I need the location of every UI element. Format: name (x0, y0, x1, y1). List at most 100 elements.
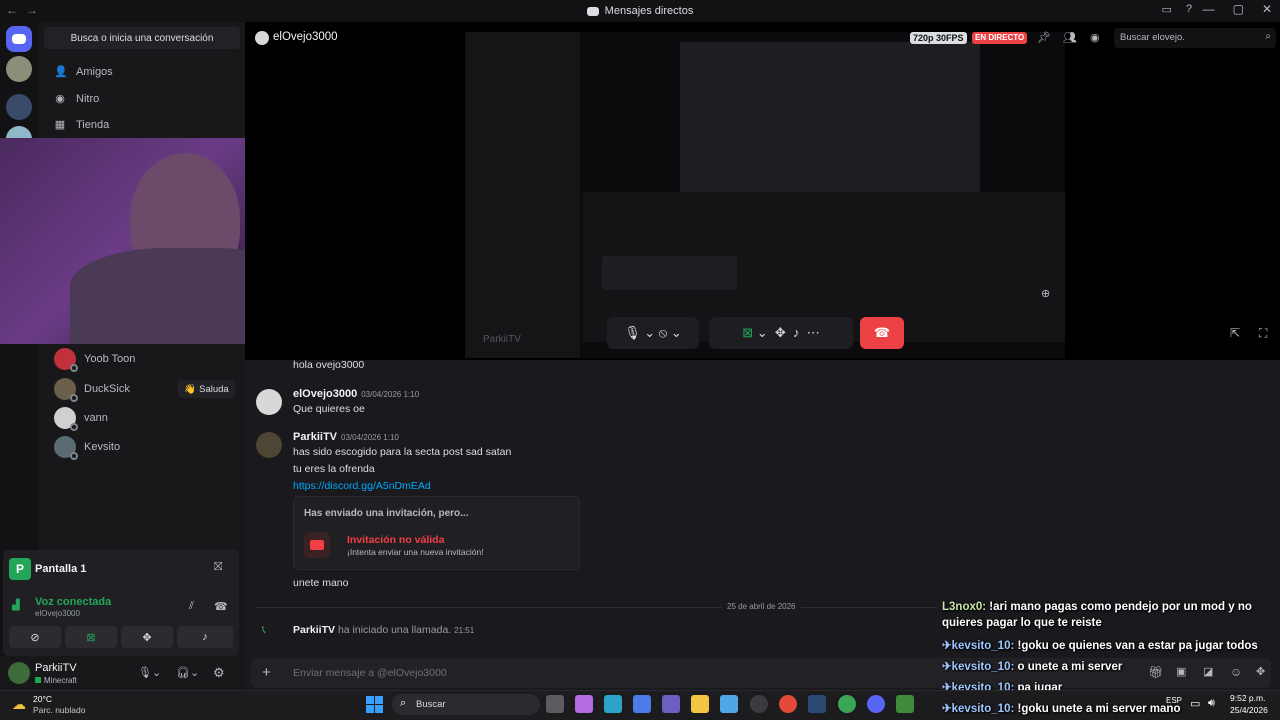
pin-icon[interactable]: 📌︎ (1037, 31, 1051, 44)
dm-item[interactable]: vann (54, 407, 108, 431)
minecraft-icon[interactable] (896, 695, 914, 713)
popout-icon[interactable]: ⇱ (1230, 326, 1240, 340)
voice-status[interactable]: Voz conectada (35, 596, 111, 608)
nav-friends[interactable]: 👤 Amigos (54, 66, 113, 78)
nav-nitro[interactable]: ◉ Nitro (54, 93, 99, 105)
stop-stream-icon[interactable]: ⛝ (214, 561, 222, 574)
start-button[interactable] (366, 696, 383, 713)
mic-icon[interactable]: 🎙︎⌄ (138, 666, 161, 679)
wave-button[interactable]: 👋 Saluda (178, 380, 235, 398)
avatar (54, 348, 78, 372)
phone-icon: 📞︎ (262, 624, 266, 636)
obs-icon[interactable] (750, 695, 768, 713)
add-friends-icon[interactable]: 👥︎ (1063, 31, 1077, 44)
message-timestamp: 03/04/2026 1:10 (361, 390, 420, 399)
clock-date[interactable]: 25/4/2026 (1230, 705, 1268, 715)
help-icon[interactable]: ? (1186, 3, 1192, 16)
stream-app-icon: P (9, 558, 31, 580)
close-button[interactable]: ✕ (1262, 2, 1272, 16)
header-search-input[interactable]: Buscar elovejo. ⌕ (1114, 28, 1276, 48)
disconnect-icon[interactable]: ☎ (214, 600, 228, 613)
home-button[interactable] (6, 26, 32, 52)
apps-icon[interactable]: ✥ (1256, 665, 1265, 678)
invalid-invite-icon (304, 532, 330, 558)
nitro-icon: ◉ (55, 93, 65, 105)
activities-button[interactable]: ✥ (121, 626, 173, 648)
search-placeholder: Buscar elovejo. (1120, 32, 1185, 43)
message-timestamp: 03/04/2026 1:10 (341, 433, 399, 442)
date-divider-line (256, 607, 936, 608)
volume-icon[interactable]: 🔊︎ (1208, 697, 1215, 710)
sticker-icon[interactable]: ◪ (1203, 665, 1213, 678)
hang-up-button[interactable]: ☎ (860, 317, 904, 349)
nav-arrows[interactable]: ←→ (6, 3, 46, 17)
invite-link[interactable]: https://discord.gg/A5nDmEAd (293, 480, 431, 492)
message-author[interactable]: ParkiiTV (293, 431, 337, 443)
live-badge: EN DIRECTO (972, 32, 1028, 44)
gif-icon[interactable]: ▣ (1176, 665, 1186, 678)
conversation-search-button[interactable]: Busca o inicia una conversación (44, 27, 240, 49)
store-app-icon[interactable] (633, 695, 651, 713)
server-icon[interactable] (6, 56, 32, 82)
message-header: ParkiiTV 03/04/2026 1:10 (293, 431, 399, 443)
profile-icon[interactable]: ◉ (1090, 31, 1100, 44)
discord-taskbar-icon[interactable] (867, 695, 885, 713)
emoji-icon[interactable]: ☺ (1230, 665, 1242, 679)
chrome-profile-icon[interactable] (838, 695, 856, 713)
add-attachment-icon[interactable]: + (262, 664, 271, 681)
dm-item[interactable]: Kevsito (54, 436, 120, 460)
taskbar-search[interactable]: ⌕ Buscar (392, 694, 540, 715)
message-text: Que quieres oe (293, 403, 365, 415)
edge-icon[interactable] (604, 695, 622, 713)
discord-icon (586, 6, 599, 16)
screen-share-button[interactable]: ⊠ (65, 626, 117, 648)
inbox-icon[interactable]: ▭ (1161, 3, 1171, 16)
avatar (54, 407, 78, 431)
message-avatar[interactable] (256, 432, 282, 458)
noise-suppression-icon[interactable]: ⫽ (189, 600, 194, 613)
chrome-icon[interactable] (779, 695, 797, 713)
file-explorer-icon[interactable] (691, 695, 709, 713)
notepad-icon[interactable] (720, 695, 738, 713)
headphones-icon[interactable]: 🎧︎⌄ (176, 666, 199, 679)
network-icon[interactable]: ▭ (1190, 697, 1200, 710)
wave-emoji-icon: 👋 (184, 383, 197, 395)
screen-share-toggle-button[interactable]: ⊠ ⌄ ✥ ♪ ⋯ (709, 317, 853, 349)
dm-item[interactable]: Yoob Toon (54, 348, 135, 372)
call-author[interactable]: ParkiiTV (293, 624, 335, 636)
date-divider: 25 de abril de 2026 (722, 602, 801, 611)
chat-overlay-line: ✈kevsito_10: o unete a mi server (942, 661, 1123, 673)
voice-channel: elOvejo3000 (35, 609, 80, 618)
maximize-button[interactable]: ▢ (1233, 2, 1244, 16)
weather-icon[interactable]: ☁ (12, 696, 26, 713)
user-avatar[interactable] (8, 662, 30, 684)
avatar (54, 436, 78, 460)
steam-icon[interactable] (808, 695, 826, 713)
voice-panel: P Pantalla 1 ⛝ ▟ Voz conectada elOvejo30… (3, 550, 239, 656)
nested-window (680, 42, 980, 202)
window-title: Mensajes directos (604, 5, 694, 17)
zoom-icon[interactable]: ⊕ (1041, 287, 1050, 300)
store-icon: ▦ (54, 119, 66, 131)
gift-icon[interactable]: 🎁︎ (1148, 665, 1163, 679)
message-author[interactable]: elOvejo3000 (293, 388, 357, 400)
server-icon[interactable] (6, 94, 32, 120)
camera-off-button[interactable]: ⊘ (9, 626, 61, 648)
fullscreen-icon[interactable]: ⛶ (1259, 326, 1267, 341)
call-event: ParkiiTV ha iniciado una llamada. 21:51 (293, 624, 475, 636)
clock-time[interactable]: 9:52 p.m. (1230, 693, 1265, 703)
chat-overlay-line: ✈kevsito_10: !goku unete a mi server man… (942, 703, 1181, 715)
message-text: tu eres la ofrenda (293, 463, 375, 475)
message-avatar[interactable] (256, 389, 282, 415)
user-bar: ParkiiTV Minecraft 🎙︎⌄ 🎧︎⌄ ⚙ (0, 656, 245, 690)
minimize-button[interactable]: — (1203, 2, 1215, 16)
nav-store[interactable]: ▦ Tienda (54, 119, 109, 131)
soundboard-button[interactable]: ♪ (177, 626, 233, 648)
mic-toggle-button[interactable]: 🎙︎ ⌄ ⦸ ⌄ (607, 317, 699, 349)
task-view-icon[interactable] (546, 695, 564, 713)
copilot-icon[interactable] (575, 695, 593, 713)
settings-gear-icon[interactable]: ⚙ (213, 665, 225, 681)
dm-item[interactable]: DuckSick (54, 378, 130, 402)
composer-placeholder: Enviar mensaje a @elOvejo3000 (293, 667, 447, 679)
teams-icon[interactable] (662, 695, 680, 713)
